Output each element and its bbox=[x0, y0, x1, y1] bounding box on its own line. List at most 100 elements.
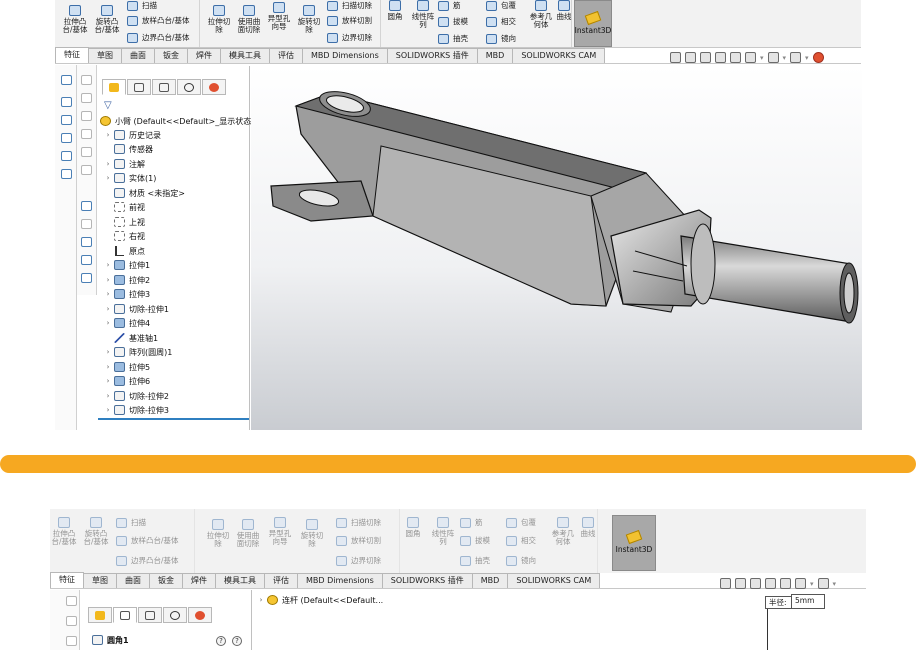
expand-icon[interactable]: › bbox=[104, 276, 112, 284]
revolve-cut-button[interactable]: 旋转切 除 bbox=[295, 5, 323, 34]
rib-button[interactable]: 筋 bbox=[460, 517, 483, 528]
zoom-area-icon[interactable] bbox=[685, 52, 696, 63]
dynamic-annotation-icon[interactable] bbox=[780, 578, 791, 589]
rollback-bar[interactable] bbox=[98, 418, 249, 420]
expand-icon[interactable]: › bbox=[104, 392, 112, 400]
surface-cut-button[interactable]: 使用曲 面切除 bbox=[234, 519, 262, 548]
strip-icon-1[interactable] bbox=[66, 596, 77, 606]
expand-icon[interactable]: › bbox=[104, 160, 112, 168]
tab-mold-tools[interactable]: 模具工具 bbox=[215, 573, 265, 588]
strip-icon-5[interactable] bbox=[81, 147, 92, 157]
curves-button[interactable]: 曲线 bbox=[554, 0, 574, 21]
expand-icon[interactable]: › bbox=[104, 406, 112, 414]
revolve-cut-button[interactable]: 旋转切 除 bbox=[298, 519, 326, 548]
expand-icon[interactable]: › bbox=[104, 131, 112, 139]
view-orientation-icon[interactable] bbox=[745, 52, 756, 63]
swept-cut-button[interactable]: 扫描切除 bbox=[327, 0, 372, 11]
draft-button[interactable]: 拔模 bbox=[438, 16, 468, 27]
section-view-icon[interactable] bbox=[765, 578, 776, 589]
loft-button[interactable]: 放样凸台/基体 bbox=[116, 535, 179, 546]
routing-icon[interactable] bbox=[61, 169, 72, 179]
wrap-button[interactable]: 包覆 bbox=[486, 0, 516, 11]
fillet-button[interactable]: 圆角 bbox=[402, 517, 424, 538]
lofted-cut-button[interactable]: 放样切割 bbox=[336, 535, 381, 546]
fillet-button[interactable]: 圆角 bbox=[384, 0, 406, 21]
strip-icon-1[interactable] bbox=[81, 75, 92, 85]
tab-mbd-dimensions[interactable]: MBD Dimensions bbox=[297, 573, 383, 588]
hole-wizard-button[interactable]: 异型孔 向导 bbox=[266, 517, 294, 546]
tree-item[interactable]: › 注解 bbox=[104, 157, 145, 171]
expand-icon[interactable]: › bbox=[104, 305, 112, 313]
tree-item[interactable]: 上视 bbox=[104, 215, 145, 229]
tree-item[interactable]: › 实体(1) bbox=[104, 171, 156, 185]
hole-wizard-button[interactable]: 异型孔 向导 bbox=[265, 2, 293, 31]
tab-mold-tools[interactable]: 模具工具 bbox=[220, 48, 270, 63]
tree-item[interactable]: › 阵列(圆周)1 bbox=[104, 345, 172, 359]
edit-appearance-icon[interactable] bbox=[812, 52, 824, 63]
tab-mbd-dimensions[interactable]: MBD Dimensions bbox=[302, 48, 388, 63]
appearance-tab[interactable] bbox=[202, 79, 226, 95]
tab-solidworks-cam[interactable]: SOLIDWORKS CAM bbox=[512, 48, 606, 63]
extrude-cut-button[interactable]: 拉伸切 除 bbox=[204, 519, 232, 548]
tree-item[interactable]: 材质 <未指定> bbox=[104, 186, 185, 200]
intersect-button[interactable]: 相交 bbox=[486, 16, 516, 27]
tab-sketch[interactable]: 草图 bbox=[83, 573, 117, 588]
help-icon[interactable]: ? bbox=[216, 636, 226, 646]
strip-icon-11[interactable] bbox=[81, 273, 92, 283]
help-icon[interactable]: ? bbox=[232, 636, 242, 646]
sweep-button[interactable]: 扫描 bbox=[116, 517, 146, 528]
tab-surfaces[interactable]: 曲面 bbox=[116, 573, 150, 588]
strip-icon-8[interactable] bbox=[81, 219, 92, 229]
radius-input[interactable]: 5mm bbox=[791, 594, 825, 609]
configurationmanager-tab[interactable] bbox=[138, 607, 162, 623]
propertymanager-tab[interactable] bbox=[113, 607, 137, 623]
hide-show-icon[interactable] bbox=[790, 52, 802, 63]
tab-surfaces[interactable]: 曲面 bbox=[121, 48, 155, 63]
wrap-button[interactable]: 包覆 bbox=[506, 517, 536, 528]
boundary-boss-button[interactable]: 边界凸台/基体 bbox=[127, 32, 190, 43]
tab-sketch[interactable]: 草图 bbox=[88, 48, 122, 63]
tree-item[interactable]: › 拉伸4 bbox=[104, 316, 150, 330]
tree-item[interactable]: 传感器 bbox=[104, 142, 153, 156]
tree-item[interactable]: 原点 bbox=[104, 244, 145, 258]
propertymanager-tab[interactable] bbox=[127, 79, 151, 95]
strip-icon-6[interactable] bbox=[81, 165, 92, 175]
mirror-button[interactable]: 镜向 bbox=[506, 555, 536, 566]
revolve-boss-button[interactable]: 旋转凸 台/基体 bbox=[93, 5, 121, 34]
rib-button[interactable]: 筋 bbox=[438, 0, 461, 11]
zoom-to-fit-icon[interactable] bbox=[720, 578, 731, 589]
zoom-to-fit-icon[interactable] bbox=[670, 52, 681, 63]
featuremanager-tab[interactable] bbox=[88, 607, 112, 623]
graphics-area[interactable]: › 连杆 (Default<<Default... 半径: 5mm bbox=[253, 590, 866, 650]
expand-icon[interactable]: › bbox=[104, 174, 112, 182]
previous-view-icon[interactable] bbox=[750, 578, 761, 589]
curve-icon[interactable] bbox=[61, 133, 72, 143]
featuremanager-tab[interactable] bbox=[102, 79, 126, 95]
reference-geometry-button[interactable]: 参考几 何体 bbox=[528, 0, 554, 29]
extrude-cut-button[interactable]: 拉伸切 除 bbox=[205, 5, 233, 34]
tab-features[interactable]: 特征 bbox=[50, 572, 84, 588]
tree-item[interactable]: › 拉伸1 bbox=[104, 258, 150, 272]
dynamic-annotation-icon[interactable] bbox=[730, 52, 741, 63]
tree-item[interactable]: › 拉伸3 bbox=[104, 287, 150, 301]
instant3d-button[interactable]: Instant3D bbox=[612, 515, 656, 571]
tree-item[interactable]: › 拉伸2 bbox=[104, 273, 150, 287]
extrude-boss-button[interactable]: 拉伸凸 台/基体 bbox=[50, 517, 78, 546]
reference-geometry-button[interactable]: 参考几 何体 bbox=[550, 517, 576, 546]
parts-icon[interactable] bbox=[61, 75, 72, 85]
instant3d-button[interactable]: Instant3D bbox=[574, 0, 612, 47]
strip-icon-10[interactable] bbox=[81, 255, 92, 265]
expand-icon[interactable]: › bbox=[104, 363, 112, 371]
tab-mbd[interactable]: MBD bbox=[471, 573, 509, 588]
strip-icon-2[interactable] bbox=[81, 93, 92, 103]
display-style-icon[interactable] bbox=[817, 578, 829, 589]
tab-solidworks-cam[interactable]: SOLIDWORKS CAM bbox=[507, 573, 601, 588]
strip-icon-9[interactable] bbox=[81, 237, 92, 247]
tab-sheet-metal[interactable]: 钣金 bbox=[149, 573, 183, 588]
expand-icon[interactable]: › bbox=[104, 377, 112, 385]
lofted-cut-button[interactable]: 放样切割 bbox=[327, 15, 372, 26]
shell-button[interactable]: 抽壳 bbox=[438, 33, 468, 44]
strip-icon-2[interactable] bbox=[66, 616, 77, 626]
expand-icon[interactable]: › bbox=[104, 290, 112, 298]
expand-icon[interactable]: › bbox=[104, 319, 112, 327]
